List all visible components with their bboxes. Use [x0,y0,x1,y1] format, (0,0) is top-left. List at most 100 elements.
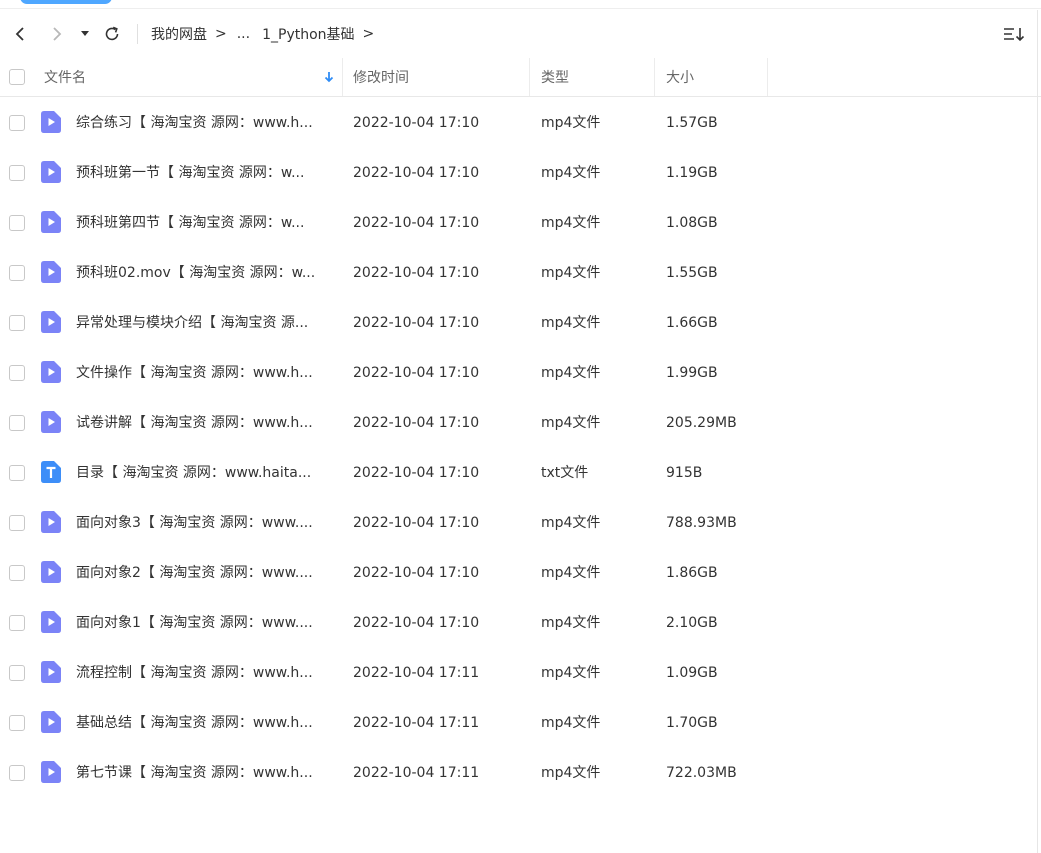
column-header-modified[interactable]: 修改时间 [353,58,530,96]
file-modified: 2022-10-04 17:10 [353,515,480,531]
file-name: 面向对象1【 海淘宝资 源网：www.... [76,615,313,631]
file-type: mp4文件 [541,365,601,381]
video-file-icon [41,411,61,433]
file-modified: 2022-10-04 17:10 [353,365,480,381]
file-name: 预科班第四节【 海淘宝资 源网：w... [76,215,305,231]
column-header-size-label: 大小 [666,70,694,86]
file-name: 面向对象2【 海淘宝资 源网：www.... [76,565,313,581]
video-file-icon [41,611,61,633]
select-all-cell [9,58,33,96]
file-size: 1.55GB [666,265,718,281]
file-modified: 2022-10-04 17:10 [353,615,480,631]
file-size: 722.03MB [666,765,737,781]
file-row[interactable]: 试卷讲解【 海淘宝资 源网：www.h... 2022-10-04 17:10 mp… [0,398,1041,448]
file-type: mp4文件 [541,415,601,431]
breadcrumb-separator: > [215,26,227,42]
row-checkbox[interactable] [9,665,25,681]
sort-desc-arrow-icon [324,72,334,83]
file-list-header: 文件名 修改时间 类型 大小 [0,58,1041,97]
file-type: mp4文件 [541,215,601,231]
file-modified: 2022-10-04 17:10 [353,465,480,481]
file-modified: 2022-10-04 17:11 [353,715,480,731]
sort-button[interactable] [1001,22,1027,46]
back-button[interactable] [8,22,32,46]
column-header-size[interactable]: 大小 [666,58,768,96]
select-all-checkbox[interactable] [9,69,25,85]
file-name: 基础总结【 海淘宝资 源网：www.h... [76,715,313,731]
breadcrumb-separator: > [362,26,375,42]
history-dropdown-button[interactable] [76,22,94,46]
active-tab-indicator [20,0,112,4]
file-type: mp4文件 [541,115,601,131]
file-type: mp4文件 [541,565,601,581]
toolbar: 我的网盘 > ... 1_Python基础 > [0,10,1041,58]
file-row[interactable]: 面向对象2【 海淘宝资 源网：www.... 2022-10-04 17:10 mp… [0,548,1041,598]
file-row[interactable]: 预科班第四节【 海淘宝资 源网：w... 2022-10-04 17:10 mp4文… [0,198,1041,248]
breadcrumb-current[interactable]: 1_Python基础 [262,24,354,44]
file-size: 1.08GB [666,215,718,231]
breadcrumb-root[interactable]: 我的网盘 [151,24,207,44]
row-checkbox[interactable] [9,465,25,481]
column-header-type[interactable]: 类型 [541,58,655,96]
row-checkbox[interactable] [9,265,25,281]
file-row[interactable]: 面向对象3【 海淘宝资 源网：www.... 2022-10-04 17:10 mp… [0,498,1041,548]
row-checkbox[interactable] [9,215,25,231]
video-file-icon [41,311,61,333]
file-modified: 2022-10-04 17:10 [353,215,480,231]
row-checkbox[interactable] [9,115,25,131]
row-checkbox[interactable] [9,365,25,381]
txt-file-icon [41,461,61,483]
file-row[interactable]: 目录【 海淘宝资 源网：www.haita... 2022-10-04 17:10… [0,448,1041,498]
video-file-icon [41,661,61,683]
file-size: 915B [666,465,703,481]
file-row[interactable]: 预科班02.mov【 海淘宝资 源网：w... 2022-10-04 17:10 m… [0,248,1041,298]
file-row[interactable]: 综合练习【 海淘宝资 源网：www.h... 2022-10-04 17:10 mp… [0,98,1041,148]
video-file-icon [41,111,61,133]
file-name: 预科班第一节【 海淘宝资 源网：w... [76,165,305,181]
window-edge [1037,10,1038,853]
file-modified: 2022-10-04 17:10 [353,565,480,581]
file-row[interactable]: 面向对象1【 海淘宝资 源网：www.... 2022-10-04 17:10 mp… [0,598,1041,648]
file-row[interactable]: 异常处理与模块介绍【 海淘宝资 源... 2022-10-04 17:10 mp4文… [0,298,1041,348]
forward-button[interactable] [45,22,69,46]
video-file-icon [41,561,61,583]
column-header-name[interactable]: 文件名 [44,58,343,96]
video-file-icon [41,511,61,533]
top-strip [0,0,1041,9]
column-header-modified-label: 修改时间 [353,70,409,86]
file-size: 1.70GB [666,715,718,731]
file-row[interactable]: 文件操作【 海淘宝资 源网：www.h... 2022-10-04 17:10 mp… [0,348,1041,398]
column-header-name-label: 文件名 [44,70,86,86]
breadcrumb-ellipsis[interactable]: ... [237,26,250,42]
row-checkbox[interactable] [9,765,25,781]
row-checkbox[interactable] [9,415,25,431]
file-row[interactable]: 基础总结【 海淘宝资 源网：www.h... 2022-10-04 17:11 mp… [0,698,1041,748]
file-row[interactable]: 流程控制【 海淘宝资 源网：www.h... 2022-10-04 17:11 mp… [0,648,1041,698]
file-size: 1.09GB [666,665,718,681]
row-checkbox[interactable] [9,315,25,331]
file-size: 788.93MB [666,515,737,531]
file-row[interactable]: 预科班第一节【 海淘宝资 源网：w... 2022-10-04 17:10 mp4文… [0,148,1041,198]
file-type: mp4文件 [541,165,601,181]
video-file-icon [41,361,61,383]
file-row[interactable]: 第七节课【 海淘宝资 源网：www.h... 2022-10-04 17:11 mp… [0,748,1041,798]
file-name: 面向对象3【 海淘宝资 源网：www.... [76,515,313,531]
file-modified: 2022-10-04 17:11 [353,665,480,681]
file-type: mp4文件 [541,765,601,781]
file-type: mp4文件 [541,265,601,281]
file-modified: 2022-10-04 17:11 [353,765,480,781]
file-modified: 2022-10-04 17:10 [353,415,480,431]
refresh-button[interactable] [100,22,124,46]
row-checkbox[interactable] [9,165,25,181]
row-checkbox[interactable] [9,615,25,631]
video-file-icon [41,711,61,733]
toolbar-divider [137,24,138,44]
row-checkbox[interactable] [9,515,25,531]
row-checkbox[interactable] [9,565,25,581]
file-modified: 2022-10-04 17:10 [353,165,480,181]
row-checkbox[interactable] [9,715,25,731]
file-type: mp4文件 [541,315,601,331]
file-name: 第七节课【 海淘宝资 源网：www.h... [76,765,313,781]
sort-icon [1004,28,1025,42]
file-size: 1.99GB [666,365,718,381]
